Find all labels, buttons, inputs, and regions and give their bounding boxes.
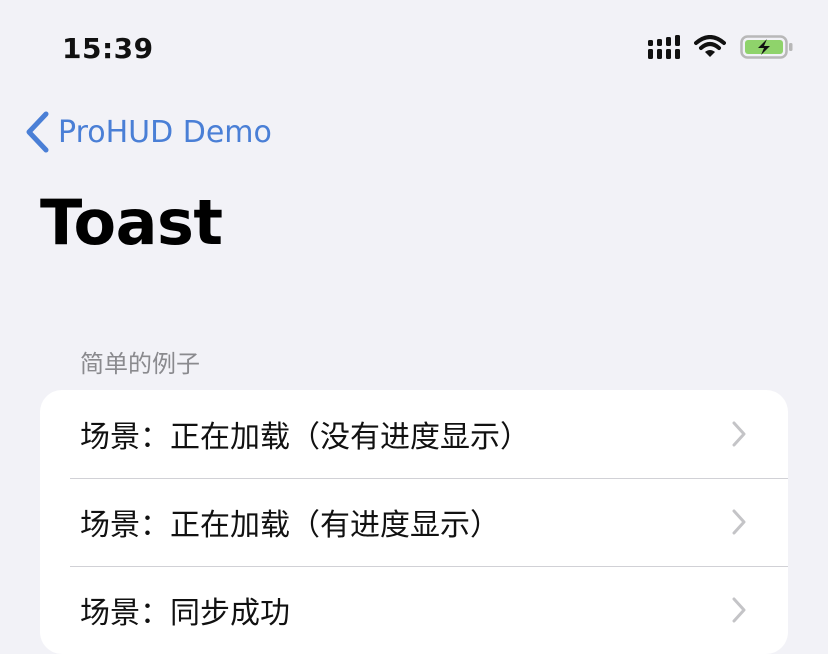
chevron-right-icon [732, 421, 746, 447]
list-item-loading-no-progress[interactable]: 场景：正在加载（没有进度显示） [40, 390, 788, 478]
status-bar: 15:39 [0, 0, 828, 100]
wifi-icon [694, 35, 726, 59]
status-icons [648, 34, 794, 60]
list-item-label: 场景：同步成功 [80, 596, 290, 631]
section-header: 简单的例子 [80, 350, 200, 378]
chevron-left-icon [24, 110, 50, 154]
page-title: Toast [40, 186, 223, 259]
chevron-right-icon [732, 509, 746, 535]
scenario-list: 场景：正在加载（没有进度显示） 场景：正在加载（有进度显示） 场景：同步成功 [40, 390, 788, 654]
cellular-signal-icon [648, 35, 682, 59]
list-item-sync-success[interactable]: 场景：同步成功 [40, 566, 788, 654]
list-item-label: 场景：正在加载（有进度显示） [80, 508, 500, 543]
list-item-loading-with-progress[interactable]: 场景：正在加载（有进度显示） [40, 478, 788, 566]
chevron-right-icon [732, 597, 746, 623]
back-button[interactable]: ProHUD Demo [24, 108, 272, 156]
list-item-label: 场景：正在加载（没有进度显示） [80, 420, 530, 455]
back-label: ProHUD Demo [58, 114, 272, 150]
battery-charging-icon [740, 34, 794, 60]
status-time: 15:39 [62, 32, 154, 65]
